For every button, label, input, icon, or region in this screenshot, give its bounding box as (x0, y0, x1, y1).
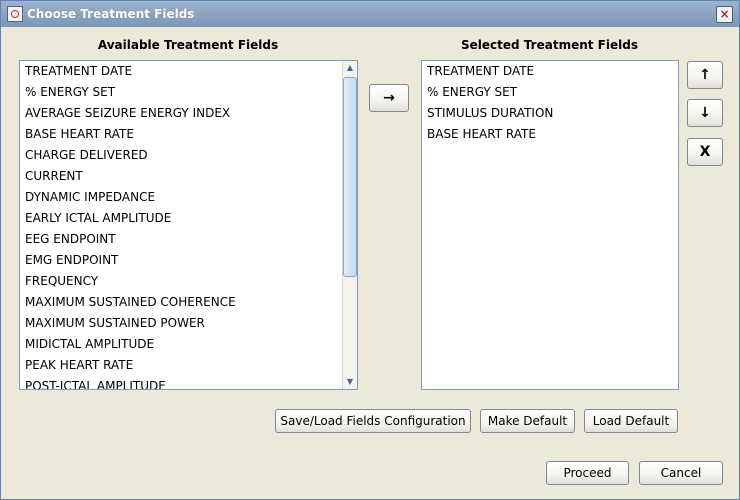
make-default-button[interactable]: Make Default (480, 409, 575, 433)
list-item[interactable]: % ENERGY SET (20, 82, 357, 103)
list-item[interactable]: EEG ENDPOINT (20, 229, 357, 250)
list-item[interactable]: % ENERGY SET (422, 82, 678, 103)
list-item[interactable]: POST-ICTAL AMPLITUDE (20, 376, 357, 389)
list-item[interactable]: DYNAMIC IMPEDANCE (20, 187, 357, 208)
list-item[interactable]: TREATMENT DATE (20, 61, 357, 82)
list-item[interactable]: TREATMENT DATE (422, 61, 678, 82)
remove-field-button[interactable]: X (687, 138, 723, 166)
add-field-button[interactable]: → (369, 84, 409, 112)
available-fields-list[interactable]: TREATMENT DATE % ENERGY SET AVERAGE SEIZ… (19, 60, 358, 390)
selected-fields-list[interactable]: TREATMENT DATE % ENERGY SET STIMULUS DUR… (421, 60, 679, 390)
dialog-window: Choose Treatment Fields × Available Trea… (0, 0, 740, 500)
list-item[interactable]: PEAK HEART RATE (20, 355, 357, 376)
selected-fields-heading: Selected Treatment Fields (461, 38, 638, 52)
list-item[interactable]: MAXIMUM SUSTAINED POWER (20, 313, 357, 334)
scroll-up-icon[interactable]: ▲ (343, 61, 357, 75)
move-up-button[interactable]: ↑ (687, 61, 723, 89)
cancel-button[interactable]: Cancel (639, 461, 723, 485)
vertical-scrollbar[interactable]: ▲ ▼ (342, 61, 357, 389)
title-bar[interactable]: Choose Treatment Fields × (1, 1, 739, 27)
list-item[interactable]: BASE HEART RATE (20, 124, 357, 145)
available-fields-heading: Available Treatment Fields (97, 38, 279, 52)
close-icon[interactable]: × (716, 6, 733, 23)
list-item[interactable]: AVERAGE SEIZURE ENERGY INDEX (20, 103, 357, 124)
list-item[interactable]: FREQUENCY (20, 271, 357, 292)
list-item[interactable]: EMG ENDPOINT (20, 250, 357, 271)
scroll-down-icon[interactable]: ▼ (343, 375, 357, 389)
list-item[interactable]: CHARGE DELIVERED (20, 145, 357, 166)
move-down-button[interactable]: ↓ (687, 99, 723, 127)
scroll-thumb[interactable] (343, 77, 357, 277)
list-item[interactable]: CURRENT (20, 166, 357, 187)
save-load-config-button[interactable]: Save/Load Fields Configuration (275, 409, 471, 433)
java-app-icon (7, 6, 23, 22)
list-item[interactable]: STIMULUS DURATION (422, 103, 678, 124)
list-item[interactable]: BASE HEART RATE (422, 124, 678, 145)
list-item[interactable]: EARLY ICTAL AMPLITUDE (20, 208, 357, 229)
load-default-button[interactable]: Load Default (584, 409, 678, 433)
proceed-button[interactable]: Proceed (546, 461, 629, 485)
list-item[interactable]: MIDICTAL AMPLITUDE (20, 334, 357, 355)
window-title: Choose Treatment Fields (27, 7, 195, 21)
list-item[interactable]: MAXIMUM SUSTAINED COHERENCE (20, 292, 357, 313)
